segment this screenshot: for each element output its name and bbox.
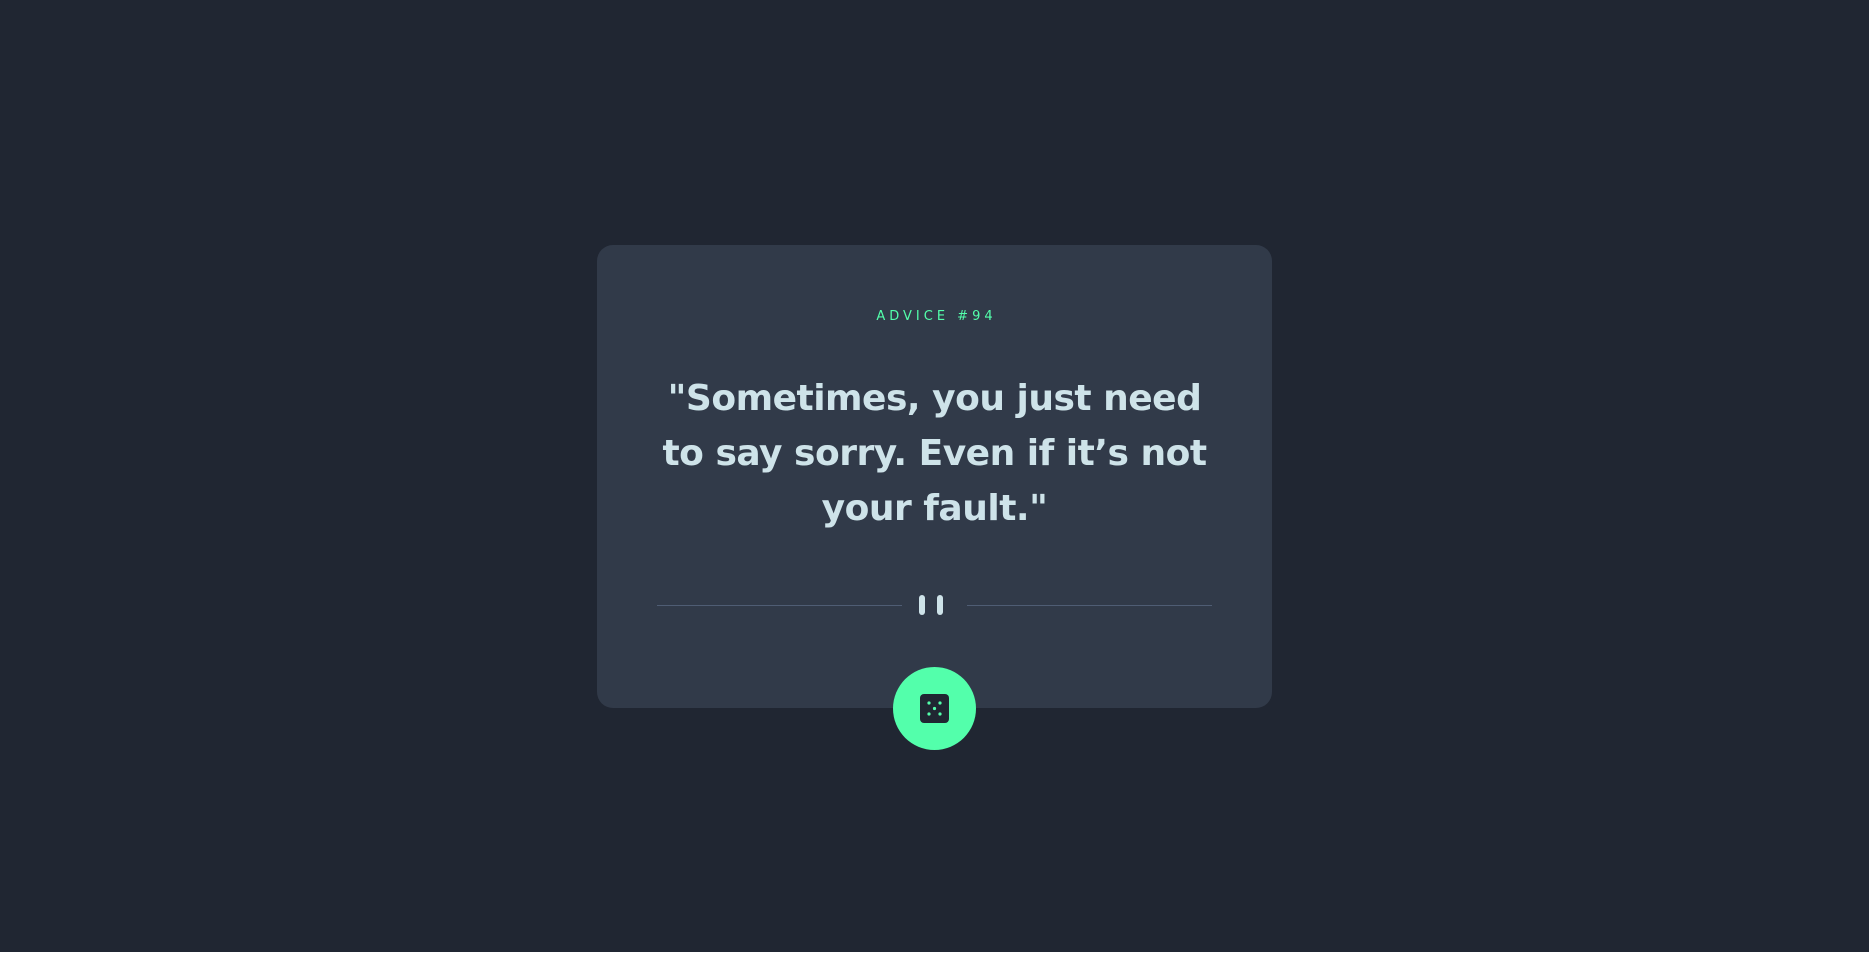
page-background: ADVICE #94 "Sometimes, you just need to … [0,0,1869,952]
advice-quote: "Sometimes, you just need to say sorry. … [662,378,1207,529]
pause-bar-right [937,595,943,615]
divider-line-left [657,605,902,606]
divider-line-right [967,605,1212,606]
pause-bar-left [919,595,925,615]
dice-icon [920,694,949,723]
generate-advice-button[interactable] [893,667,976,750]
advice-card: ADVICE #94 "Sometimes, you just need to … [597,245,1272,708]
pattern-divider [657,595,1212,615]
advice-id-label: ADVICE #94 [876,309,997,324]
pause-icon [919,595,949,615]
